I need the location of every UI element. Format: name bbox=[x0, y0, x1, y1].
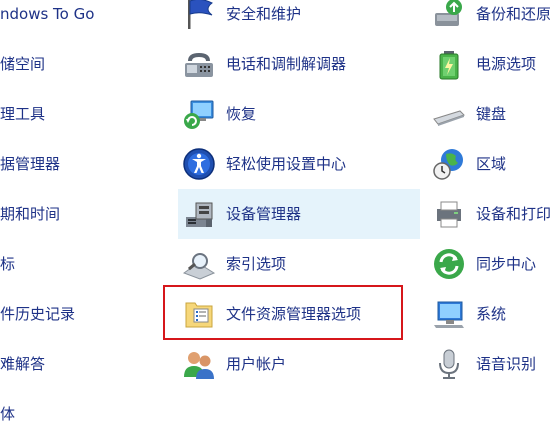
item-label: 键盘 bbox=[476, 105, 507, 123]
item-label: 语音识别 bbox=[476, 355, 537, 373]
item-indexing-options[interactable]: 索引选项 bbox=[178, 239, 418, 289]
keyboard-icon bbox=[432, 97, 466, 131]
link-troubleshooting[interactable]: 难解答 bbox=[0, 354, 45, 374]
item-label: 轻松使用设置中心 bbox=[226, 155, 347, 173]
flag-icon bbox=[182, 0, 216, 31]
item-region[interactable]: 区域 bbox=[428, 139, 550, 189]
folder-options-icon bbox=[182, 297, 216, 331]
indexing-icon bbox=[182, 247, 216, 281]
item-power-options[interactable]: 电源选项 bbox=[428, 39, 550, 89]
link-admin-tools[interactable]: 理工具 bbox=[0, 104, 45, 124]
link-file-history[interactable]: 件历史记录 bbox=[0, 304, 75, 324]
item-sync-center[interactable]: 同步中心 bbox=[428, 239, 550, 289]
backup-icon bbox=[432, 0, 466, 31]
battery-icon bbox=[432, 47, 466, 81]
link-fonts[interactable]: 体 bbox=[0, 404, 15, 424]
printer-icon bbox=[432, 197, 466, 231]
item-label: 电话和调制解调器 bbox=[226, 55, 347, 73]
item-recovery[interactable]: 恢复 bbox=[178, 89, 418, 139]
item-user-accounts[interactable]: 用户帐户 bbox=[178, 339, 418, 389]
computer-icon bbox=[432, 297, 466, 331]
item-ease-of-access[interactable]: 轻松使用设置中心 bbox=[178, 139, 418, 189]
item-label: 文件资源管理器选项 bbox=[226, 305, 362, 323]
item-label: 系统 bbox=[476, 305, 507, 323]
item-system[interactable]: 系统 bbox=[428, 289, 550, 339]
item-label: 用户帐户 bbox=[226, 355, 287, 373]
item-label: 恢复 bbox=[226, 105, 257, 123]
phone-modem-icon bbox=[182, 47, 216, 81]
item-devices-printers[interactable]: 设备和打印 bbox=[428, 189, 550, 239]
item-phone-modem[interactable]: 电话和调制解调器 bbox=[178, 39, 418, 89]
item-label: 区域 bbox=[476, 155, 507, 173]
item-label: 同步中心 bbox=[476, 255, 537, 273]
item-label: 电源选项 bbox=[476, 55, 537, 73]
link-mouse[interactable]: 标 bbox=[0, 254, 15, 274]
item-label: 备份和还原 bbox=[476, 5, 550, 23]
item-security-maintenance[interactable]: 安全和维护 bbox=[178, 0, 418, 39]
globe-clock-icon bbox=[432, 147, 466, 181]
item-label: 安全和维护 bbox=[226, 5, 302, 23]
link-date-time[interactable]: 期和时间 bbox=[0, 204, 60, 224]
users-icon bbox=[182, 347, 216, 381]
recovery-icon bbox=[182, 97, 216, 131]
sync-icon bbox=[432, 247, 466, 281]
item-label: 索引选项 bbox=[226, 255, 287, 273]
link-storage-spaces[interactable]: 储空间 bbox=[0, 54, 45, 74]
link-data-manager[interactable]: 据管理器 bbox=[0, 154, 60, 174]
item-label: 设备管理器 bbox=[226, 205, 302, 223]
ease-of-access-icon bbox=[182, 147, 216, 181]
link-windows-to-go[interactable]: ndows To Go bbox=[0, 4, 94, 24]
microphone-icon bbox=[432, 347, 466, 381]
item-device-manager[interactable]: 设备管理器 bbox=[178, 189, 418, 239]
item-label: 设备和打印 bbox=[476, 205, 550, 223]
item-backup-restore[interactable]: 备份和还原 bbox=[428, 0, 550, 39]
item-file-explorer-options[interactable]: 文件资源管理器选项 bbox=[178, 289, 418, 339]
device-manager-icon bbox=[182, 197, 216, 231]
item-keyboard[interactable]: 键盘 bbox=[428, 89, 550, 139]
item-speech-recognition[interactable]: 语音识别 bbox=[428, 339, 550, 389]
